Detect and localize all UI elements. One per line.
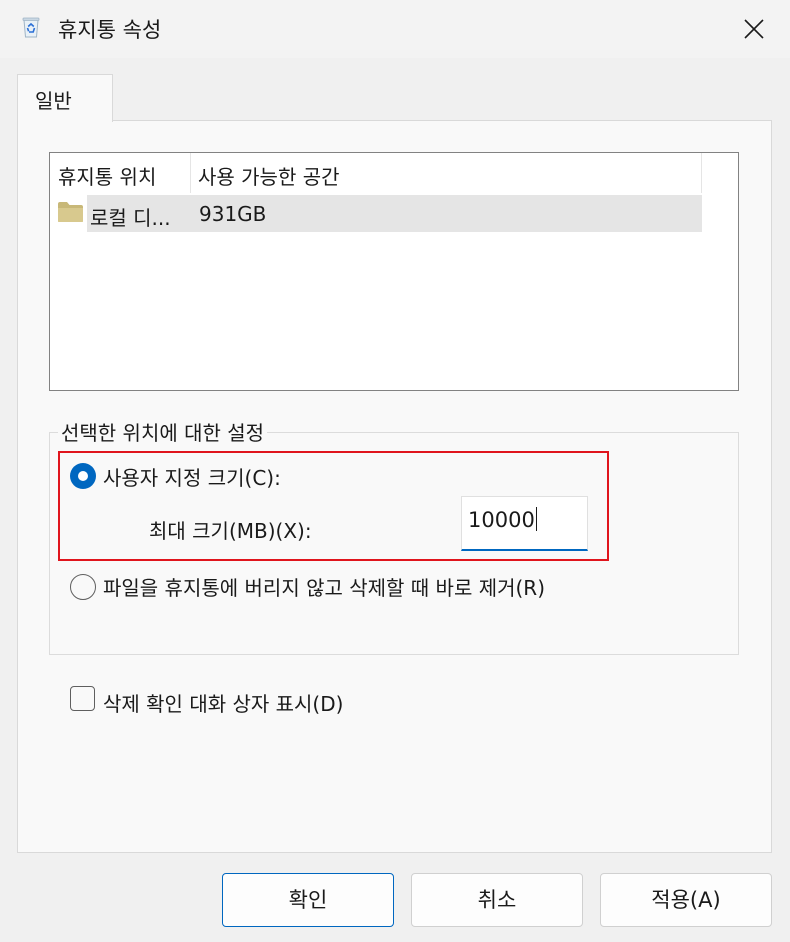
settings-group-label: 선택한 위치에 대한 설정 <box>58 417 268 446</box>
apply-button[interactable]: 적용(A) <box>600 873 772 927</box>
custom-size-radio[interactable] <box>70 463 96 489</box>
ok-button[interactable]: 확인 <box>222 873 394 927</box>
max-size-label: 최대 크기(MB)(X): <box>149 519 312 543</box>
tab-general[interactable]: 일반 <box>17 74 113 122</box>
custom-size-label[interactable]: 사용자 지정 크기(C): <box>103 462 281 491</box>
recycle-bin-icon <box>22 17 40 38</box>
confirm-dialog-checkbox[interactable] <box>70 686 95 711</box>
window-title: 휴지통 속성 <box>58 18 162 42</box>
column-header-location[interactable]: 휴지통 위치 <box>50 153 191 193</box>
column-header-available-space[interactable]: 사용 가능한 공간 <box>191 153 702 193</box>
cell-available-space: 931GB <box>199 202 267 226</box>
max-size-value: 10000 <box>468 508 535 532</box>
text-caret <box>535 507 537 531</box>
close-icon <box>744 19 764 39</box>
tab-general-label: 일반 <box>35 89 72 113</box>
folder-icon <box>58 202 83 222</box>
max-size-input[interactable]: 10000 <box>461 496 588 551</box>
cell-location: 로컬 디... <box>90 206 171 230</box>
table-row[interactable] <box>87 195 702 232</box>
cancel-button[interactable]: 취소 <box>411 873 583 927</box>
delete-immediately-label[interactable]: 파일을 휴지통에 버리지 않고 삭제할 때 바로 제거(R) <box>103 572 545 601</box>
recycle-bin-location-list[interactable]: 휴지통 위치 사용 가능한 공간 로컬 디... 931GB <box>49 152 739 391</box>
title-bar: 휴지통 속성 <box>0 0 790 58</box>
confirm-dialog-label[interactable]: 삭제 확인 대화 상자 표시(D) <box>103 688 343 717</box>
delete-immediately-radio[interactable] <box>70 574 96 600</box>
close-button[interactable] <box>730 10 778 48</box>
